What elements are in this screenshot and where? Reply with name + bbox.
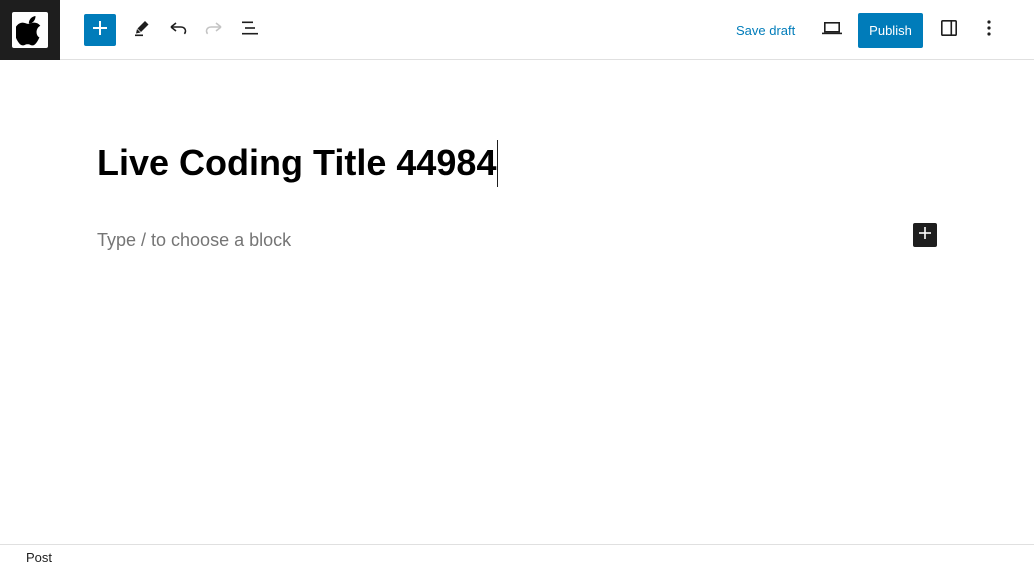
post-title-text: Live Coding Title 44984 <box>97 142 497 183</box>
plus-icon <box>92 20 108 41</box>
empty-block-placeholder[interactable]: Type / to choose a block <box>97 229 291 251</box>
block-editor: Save draft Publish Live Coding Title 449… <box>0 0 1034 569</box>
site-logo-button[interactable] <box>0 0 60 60</box>
list-view-icon <box>240 18 260 43</box>
save-draft-button[interactable]: Save draft <box>728 14 803 46</box>
vertical-ellipsis-icon <box>986 19 992 42</box>
preview-button[interactable] <box>816 14 848 46</box>
breadcrumb-post[interactable]: Post <box>26 550 52 565</box>
settings-sidebar-button[interactable] <box>933 14 965 46</box>
sidebar-toggle-icon <box>939 18 959 43</box>
list-view-button[interactable] <box>234 14 266 46</box>
laptop-icon <box>821 19 843 42</box>
pencil-icon <box>132 18 152 43</box>
editor-header: Save draft Publish <box>0 0 1034 60</box>
editor-footer: Post <box>0 544 1034 569</box>
undo-icon <box>168 18 188 43</box>
block-inserter-button[interactable] <box>913 223 937 247</box>
block-inserter-toggle-button[interactable] <box>84 14 116 46</box>
tools-button[interactable] <box>126 14 158 46</box>
post-title-field[interactable]: Live Coding Title 44984 <box>97 139 499 187</box>
text-caret <box>497 139 499 187</box>
plus-icon <box>918 226 932 245</box>
undo-button[interactable] <box>162 14 194 46</box>
redo-button[interactable] <box>198 14 230 46</box>
redo-icon <box>204 18 224 43</box>
apple-logo-icon <box>12 12 48 48</box>
options-menu-button[interactable] <box>973 14 1005 46</box>
editor-canvas: Live Coding Title 44984 Type / to choose… <box>0 61 1034 544</box>
publish-button[interactable]: Publish <box>858 13 923 48</box>
